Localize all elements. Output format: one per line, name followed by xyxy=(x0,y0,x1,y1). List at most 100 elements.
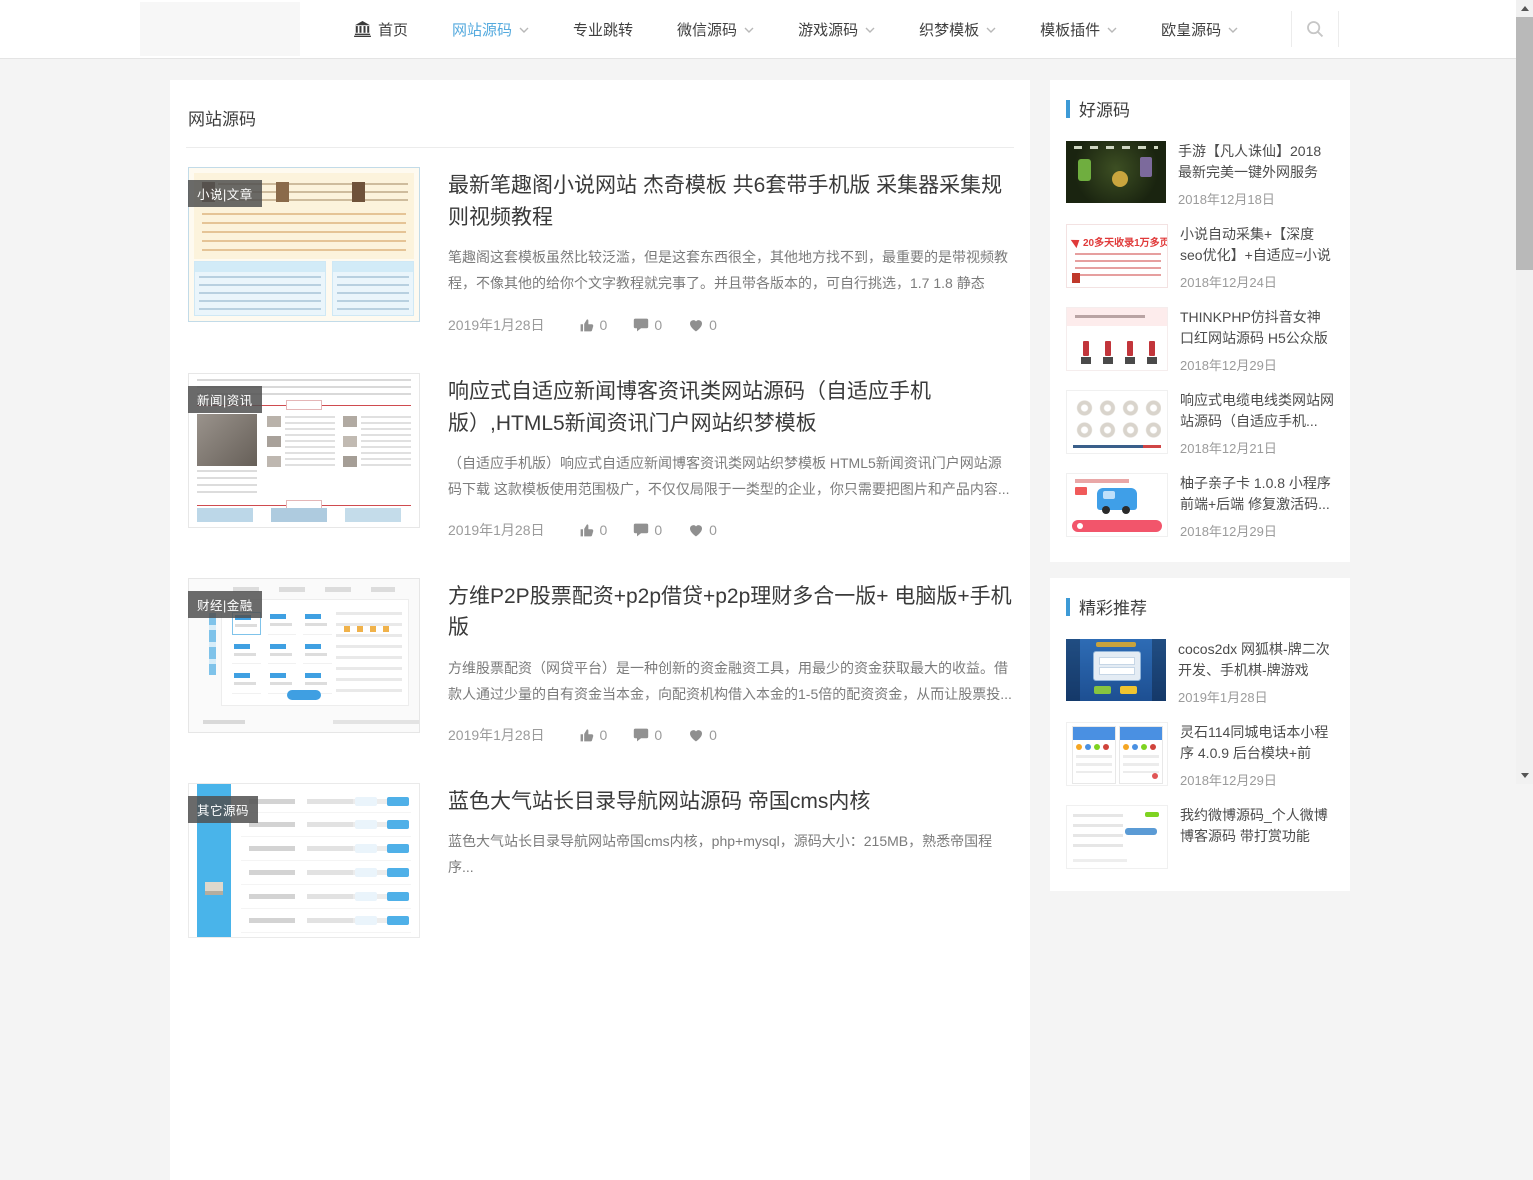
sidebar-list-item[interactable]: 我约微博源码_个人微博博客源码 带打赏功能+内... xyxy=(1066,797,1334,877)
nav-item-jump[interactable]: 专业跳转 xyxy=(551,19,655,40)
article-title[interactable]: 方维P2P股票配资+p2p借贷+p2p理财多合一版+ 电脑版+手机版 xyxy=(448,581,1012,644)
nav-item-wechat-source[interactable]: 微信源码 xyxy=(655,19,776,40)
scrollbar-down-button[interactable] xyxy=(1516,767,1533,784)
thumb-decor xyxy=(267,416,281,427)
thumb-decor xyxy=(209,613,216,675)
like-counter[interactable]: 0 xyxy=(579,522,608,538)
chevron-down-icon xyxy=(744,27,754,33)
article-list-card: 网站源码 小说|文章 最新笔趣阁小说网站 杰奇模板 共6套带手机版 采集器采集规… xyxy=(170,80,1030,1180)
sidebar-item-date: 2018年12月29日 xyxy=(1180,355,1334,374)
heart-count: 0 xyxy=(709,522,717,538)
article-thumbnail[interactable]: 财经|金融 xyxy=(188,578,420,733)
site-logo[interactable] xyxy=(140,2,300,56)
like-counter[interactable]: 0 xyxy=(579,727,608,743)
sidebar-list-item[interactable]: 响应式电缆电线类网站网站源码（自适应手机... 2018年12月21日 xyxy=(1066,382,1334,465)
chevron-down-icon xyxy=(1228,27,1238,33)
chevron-down-icon xyxy=(986,27,996,33)
article-title[interactable]: 蓝色大气站长目录导航网站源码 帝国cms内核 xyxy=(448,786,1012,818)
nav-item-ouhuang-source[interactable]: 欧皇源码 xyxy=(1139,19,1260,40)
comment-icon xyxy=(633,727,649,743)
thumb-decor xyxy=(286,400,322,410)
thumb-decor xyxy=(197,414,257,466)
thumb-decor xyxy=(1078,159,1091,181)
sidebar-item-title: 我约微博源码_个人微博博客源码 带打赏功能+内... xyxy=(1180,805,1334,847)
thumb-decor xyxy=(1125,828,1157,835)
thumb-decor xyxy=(1071,236,1082,248)
thumb-decor xyxy=(1083,341,1089,356)
nav-item-template-plugin[interactable]: 模板插件 xyxy=(1018,19,1139,40)
sidebar-item-info: THINKPHP仿抖音女神口红网站源码 H5公众版(... 2018年12月29… xyxy=(1180,307,1334,374)
search-button[interactable] xyxy=(1291,11,1339,47)
sidebar-list-item[interactable]: 手游【凡人诛仙】2018最新完美一键外网服务端... 2018年12月18日 xyxy=(1066,133,1334,216)
nav-label: 织梦模板 xyxy=(919,19,979,40)
page-title: 网站源码 xyxy=(186,96,1014,148)
article-date: 2019年1月28日 xyxy=(448,520,545,540)
chevron-down-icon xyxy=(1107,27,1117,33)
nav-item-website-source[interactable]: 网站源码 xyxy=(430,19,551,40)
heart-counter[interactable]: 0 xyxy=(688,727,717,743)
comment-counter[interactable]: 0 xyxy=(633,317,662,333)
comment-counter[interactable]: 0 xyxy=(633,522,662,538)
thumb-decor xyxy=(1075,315,1145,318)
sidebar-item-date: 2018年12月29日 xyxy=(1180,521,1334,540)
sidebar-list-item[interactable]: 柚子亲子卡 1.0.8 小程序前端+后端 修复激活码... 2018年12月29… xyxy=(1066,465,1334,548)
triangle-down-icon xyxy=(1521,773,1529,778)
article-thumbnail[interactable]: 新闻|资讯 xyxy=(188,373,420,528)
comment-count: 0 xyxy=(654,727,662,743)
like-counter[interactable]: 0 xyxy=(579,317,608,333)
article-date: 2019年1月28日 xyxy=(448,725,545,745)
nav-item-game-source[interactable]: 游戏源码 xyxy=(776,19,897,40)
nav-label: 欧皇源码 xyxy=(1161,19,1221,40)
thumb-decor-game xyxy=(1066,141,1166,203)
nav-label: 游戏源码 xyxy=(798,19,858,40)
thumb-decor xyxy=(344,626,396,632)
sidebar-item-info: 灵石114同城电话本小程序 4.0.9 后台模块+前端... 2018年12月2… xyxy=(1180,722,1334,789)
vertical-scrollbar[interactable] xyxy=(1516,0,1533,784)
heart-counter[interactable]: 0 xyxy=(688,317,717,333)
article-thumbnail[interactable]: 小说|文章 xyxy=(188,167,420,322)
thumb-decor xyxy=(1073,814,1123,854)
thumb-decor xyxy=(361,416,411,468)
thumb-decor xyxy=(1073,397,1161,441)
article-title[interactable]: 最新笔趣阁小说网站 杰奇模板 共6套带手机版 采集器采集规则视频教程 xyxy=(448,170,1012,233)
article-excerpt: （自适应手机版）响应式自适应新闻博客资讯类网站织梦模板 HTML5新闻资讯门户网… xyxy=(448,451,1012,503)
thumbs-up-icon xyxy=(579,317,595,333)
sidebar-item-title: 响应式电缆电线类网站网站源码（自适应手机... xyxy=(1180,390,1334,432)
heart-counter[interactable]: 0 xyxy=(688,522,717,538)
nav-item-home[interactable]: 首页 xyxy=(332,19,430,40)
nav-label: 微信源码 xyxy=(677,19,737,40)
thumb-decor xyxy=(1112,171,1128,187)
sidebar-item-info: 小说自动采集+【深度seo优化】+自适应=小说网... 2018年12月24日 xyxy=(1180,224,1334,291)
heart-icon xyxy=(688,317,704,333)
nav-label: 首页 xyxy=(378,19,408,40)
heart-icon xyxy=(688,727,704,743)
thumb-decor xyxy=(332,261,414,316)
thumb-decor xyxy=(1097,488,1137,510)
article-title[interactable]: 响应式自适应新闻博客资讯类网站源码（自适应手机版）,HTML5新闻资讯门户网站织… xyxy=(448,376,1012,439)
sidebar-list-item[interactable]: cocos2dx 网狐棋-牌二次开发、手机棋-牌游戏《... 2019年1月28… xyxy=(1066,631,1334,714)
sidebar-list-item[interactable]: 灵石114同城电话本小程序 4.0.9 后台模块+前端... 2018年12月2… xyxy=(1066,714,1334,797)
sidebar-list-item[interactable]: 20多天收录1万多页 小说自动采集+【深度seo优化】+自适应=小说网... 2… xyxy=(1066,216,1334,299)
comment-icon xyxy=(633,317,649,333)
sidebar-list-item[interactable]: THINKPHP仿抖音女神口红网站源码 H5公众版(... 2018年12月29… xyxy=(1066,299,1334,382)
scrollbar-up-button[interactable] xyxy=(1516,0,1533,17)
thumb-decor xyxy=(1073,859,1127,862)
chevron-down-icon xyxy=(865,27,875,33)
category-badge: 新闻|资讯 xyxy=(188,386,262,413)
nav-item-dedecms-template[interactable]: 织梦模板 xyxy=(897,19,1018,40)
sidebar-card-recommended: 精彩推荐 cocos2dx 网狐棋-牌二次开发、手机棋-牌游戏《... 2019… xyxy=(1050,578,1350,891)
thumb-decor xyxy=(285,416,335,468)
category-badge: 财经|金融 xyxy=(188,591,262,618)
sidebar-item-title: 柚子亲子卡 1.0.8 小程序前端+后端 修复激活码... xyxy=(1180,473,1334,515)
comment-counter[interactable]: 0 xyxy=(633,727,662,743)
article-thumbnail[interactable]: 其它源码 xyxy=(188,783,420,938)
sidebar-item-title: 手游【凡人诛仙】2018最新完美一键外网服务端... xyxy=(1178,141,1334,183)
comment-count: 0 xyxy=(654,522,662,538)
article-meta: 2019年1月28日 0 0 0 xyxy=(448,520,1012,540)
thumb-decor xyxy=(1096,642,1136,647)
thumb-promo-text: 20多天收录1万多页 xyxy=(1083,234,1168,249)
scrollbar-thumb[interactable] xyxy=(1516,17,1533,270)
article-content: 方维P2P股票配资+p2p借贷+p2p理财多合一版+ 电脑版+手机版 方维股票配… xyxy=(448,578,1012,745)
thumb-decor xyxy=(1072,520,1162,532)
thumb-decor xyxy=(1072,273,1080,283)
